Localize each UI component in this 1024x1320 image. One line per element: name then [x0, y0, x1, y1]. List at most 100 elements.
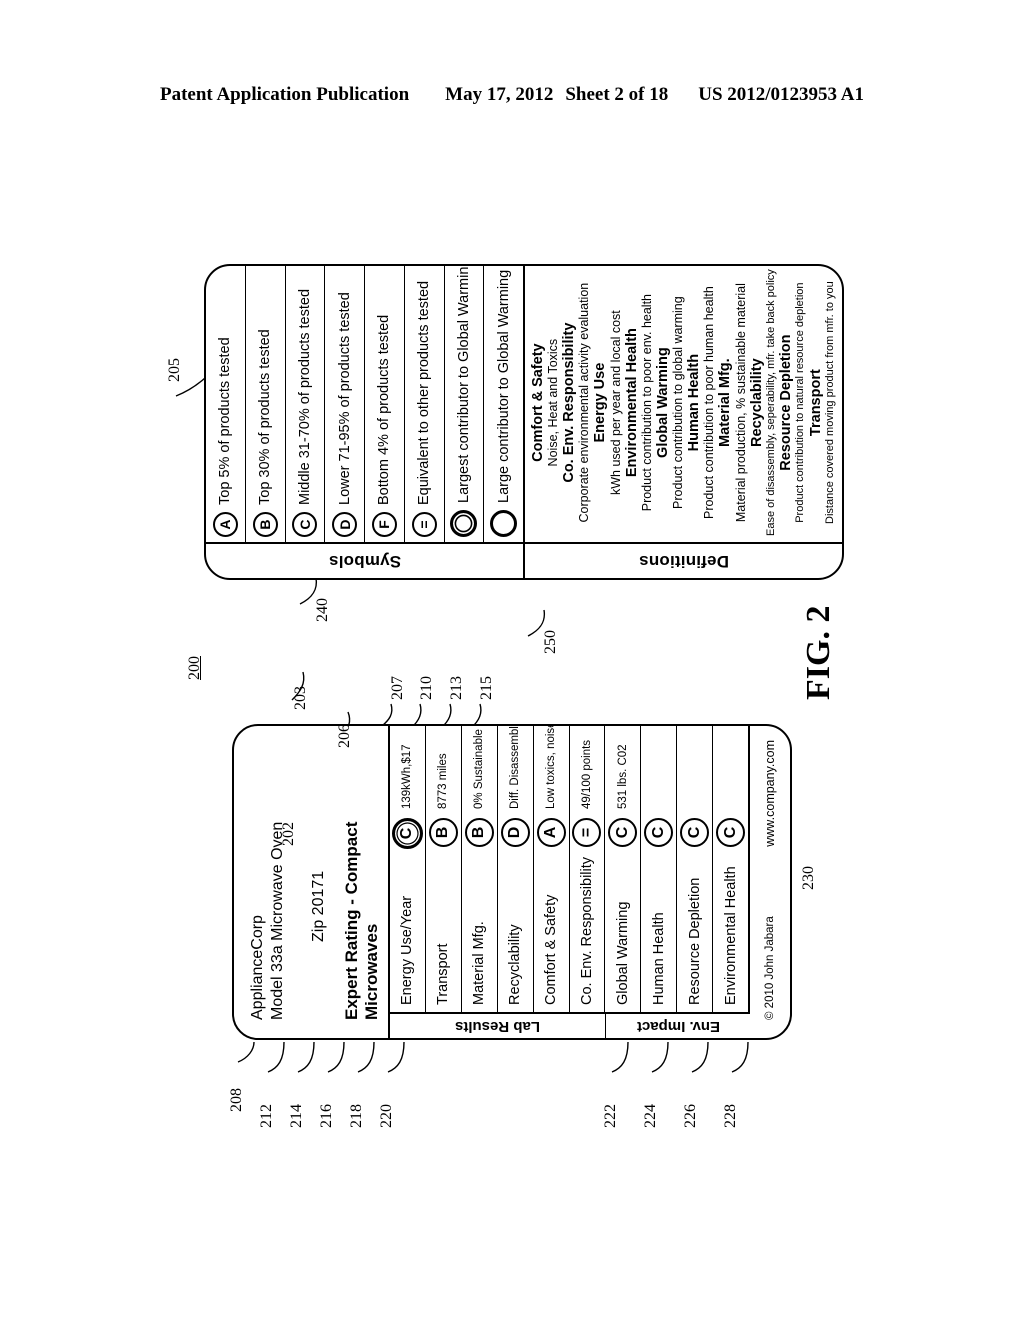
symbol-text: Lower 71-95% of products tested [336, 292, 353, 505]
symbol-badge-a: A [212, 512, 238, 537]
ref-226: 226 [682, 1104, 699, 1128]
symbol-badge-largest-circle [450, 510, 478, 537]
ref-202: 202 [280, 822, 297, 846]
ratings-body: Lab Results Env. Impact Energy Use/Year … [390, 724, 751, 1038]
metric-name: Human Health [650, 912, 667, 1005]
metric-name: Environmental Health [722, 866, 739, 1005]
definition-description: Material production, % sustainable mater… [733, 283, 748, 523]
table-row: Environmental Health C [713, 726, 751, 1012]
definition-heading: Co. Env. Responsibility [561, 322, 578, 483]
table-row: Transport B 8773 miles [425, 726, 462, 1012]
symbol-text: Largest contributor to Global Warming [455, 264, 472, 503]
group-column: Lab Results Env. Impact [390, 1012, 750, 1038]
grade-badge: B [464, 818, 494, 847]
symbol-badge-b: B [252, 512, 278, 537]
card-footer: © 2010 John Jabara www.company.com [750, 726, 790, 1038]
definitions-title: Definitions [638, 552, 729, 571]
metric-name: Energy Use/Year [399, 895, 416, 1005]
ref-224: 224 [642, 1104, 659, 1128]
metric-name: Material Mfg. [471, 921, 488, 1005]
definition-heading: Material Mfg. [717, 358, 734, 447]
group-tag-env-impact: Env. Impact [606, 1012, 750, 1038]
symbol-badge-d: D [332, 512, 358, 537]
definition-description: Ease of disassembly, seperability, mfr. … [764, 269, 777, 536]
ref-215: 215 [478, 676, 495, 700]
symbol-row: Largest contributor to Global Warming [444, 264, 485, 542]
metric-value: 8773 miles [437, 753, 450, 809]
definitions-section: Definitions Comfort & Safety Noise, Heat… [523, 266, 842, 578]
symbol-badge-equals: = [411, 512, 437, 537]
definition-description: kWh used per year and local cost [608, 310, 623, 496]
symbols-list: A Top 5% of products tested B Top 30% of… [206, 264, 523, 542]
grade-badge: C [680, 818, 710, 847]
definition-heading: Energy Use [592, 362, 609, 443]
symbols-section: Symbols A Top 5% of products tested B To… [206, 264, 523, 578]
symbol-row: D Lower 71-95% of products tested [325, 264, 365, 542]
definition-description: Distance covered moving product from mfr… [823, 281, 836, 524]
figure-2: Symbols A Top 5% of products tested B To… [0, 0, 1024, 1320]
symbol-text: Bottom 4% of products tested [376, 314, 393, 505]
definition-heading: Resource Depletion [778, 334, 795, 471]
symbol-row: C Middle 31-70% of products tested [285, 264, 326, 542]
ref-216: 216 [318, 1104, 335, 1128]
metric-name: Recyclability [507, 924, 524, 1005]
product-header: ApplianceCorp Model 33a Microwave Oven Z… [234, 726, 332, 1038]
metric-name: Comfort & Safety [543, 894, 560, 1005]
metric-name: Co. Env. Responsibility [578, 856, 595, 1005]
brand-name: ApplianceCorp [249, 915, 266, 1020]
ref-206: 206 [336, 724, 353, 748]
grade-badge: = [572, 818, 602, 847]
definition-heading: Human Health [686, 353, 703, 452]
grade-badge: D [500, 818, 530, 847]
ref-218: 218 [348, 1104, 365, 1128]
definition-description: Product contribution to poor env. health [639, 293, 654, 512]
definitions-title-bar: Definitions [525, 542, 842, 578]
ref-213: 213 [448, 676, 465, 700]
table-row: Global Warming C 531 lbs. C02 [605, 726, 642, 1012]
ref-230: 230 [800, 866, 817, 890]
ref-210: 210 [418, 676, 435, 700]
legend-card: Symbols A Top 5% of products tested B To… [204, 264, 844, 580]
grade-badge: C [608, 818, 638, 847]
copyright-notice: © 2010 John Jabara [764, 916, 776, 1020]
metric-name: Resource Depletion [686, 877, 703, 1005]
ref-228: 228 [722, 1104, 739, 1128]
table-row: Human Health C [641, 726, 678, 1012]
group-label: Lab Results [455, 1017, 541, 1035]
ref-208: 208 [228, 1088, 245, 1112]
definition-heading: Comfort & Safety [529, 343, 546, 462]
symbol-row: A Top 5% of products tested [206, 264, 246, 542]
ref-222: 222 [602, 1104, 619, 1128]
website-url[interactable]: www.company.com [763, 740, 777, 847]
symbol-text: Large contributor to Global Warming [495, 269, 512, 503]
metric-value: 531 lbs. C02 [616, 744, 629, 809]
symbols-title-bar: Symbols [206, 542, 523, 578]
table-row: Material Mfg. B 0% Sustainable [461, 726, 498, 1012]
metric-value: Low toxics, noise [545, 724, 558, 809]
definition-heading: Environmental Health [623, 328, 640, 478]
definition-description: Product contribution to natural resource… [794, 282, 807, 523]
metric-value: Diff. Disassembly [509, 724, 522, 809]
symbol-text: Equivalent to other products tested [416, 280, 433, 505]
symbol-text: Top 5% of products tested [217, 337, 234, 505]
ref-220: 220 [378, 1104, 395, 1128]
figure-label: FIG. 2 [800, 605, 837, 700]
symbol-badge-f: F [371, 512, 397, 537]
ref-200: 200 [186, 656, 203, 680]
eco-label-card: ApplianceCorp Model 33a Microwave Oven Z… [232, 724, 792, 1040]
definition-heading: Recyclability [748, 358, 765, 447]
table-row: Energy Use/Year C 139kWh,$17 [390, 726, 426, 1012]
metric-value: 49/100 points [580, 739, 593, 809]
definition-heading: Global Warming [654, 347, 671, 458]
model-name: Model 33a Microwave Oven [269, 821, 286, 1020]
symbol-badge-large-circle [490, 510, 518, 537]
ref-203: 203 [292, 686, 309, 710]
ref-240: 240 [314, 598, 331, 622]
table-row: Resource Depletion C [677, 726, 714, 1012]
table-row: Co. Env. Responsibility = 49/100 points [569, 726, 606, 1012]
metric-value: 0% Sustainable [473, 729, 486, 809]
metric-name: Global Warming [614, 901, 631, 1005]
definitions-list: Comfort & Safety Noise, Heat and Toxics … [525, 265, 842, 542]
grade-badge: C [391, 818, 423, 849]
symbol-row: Large contributor to Global Warming [484, 264, 523, 542]
